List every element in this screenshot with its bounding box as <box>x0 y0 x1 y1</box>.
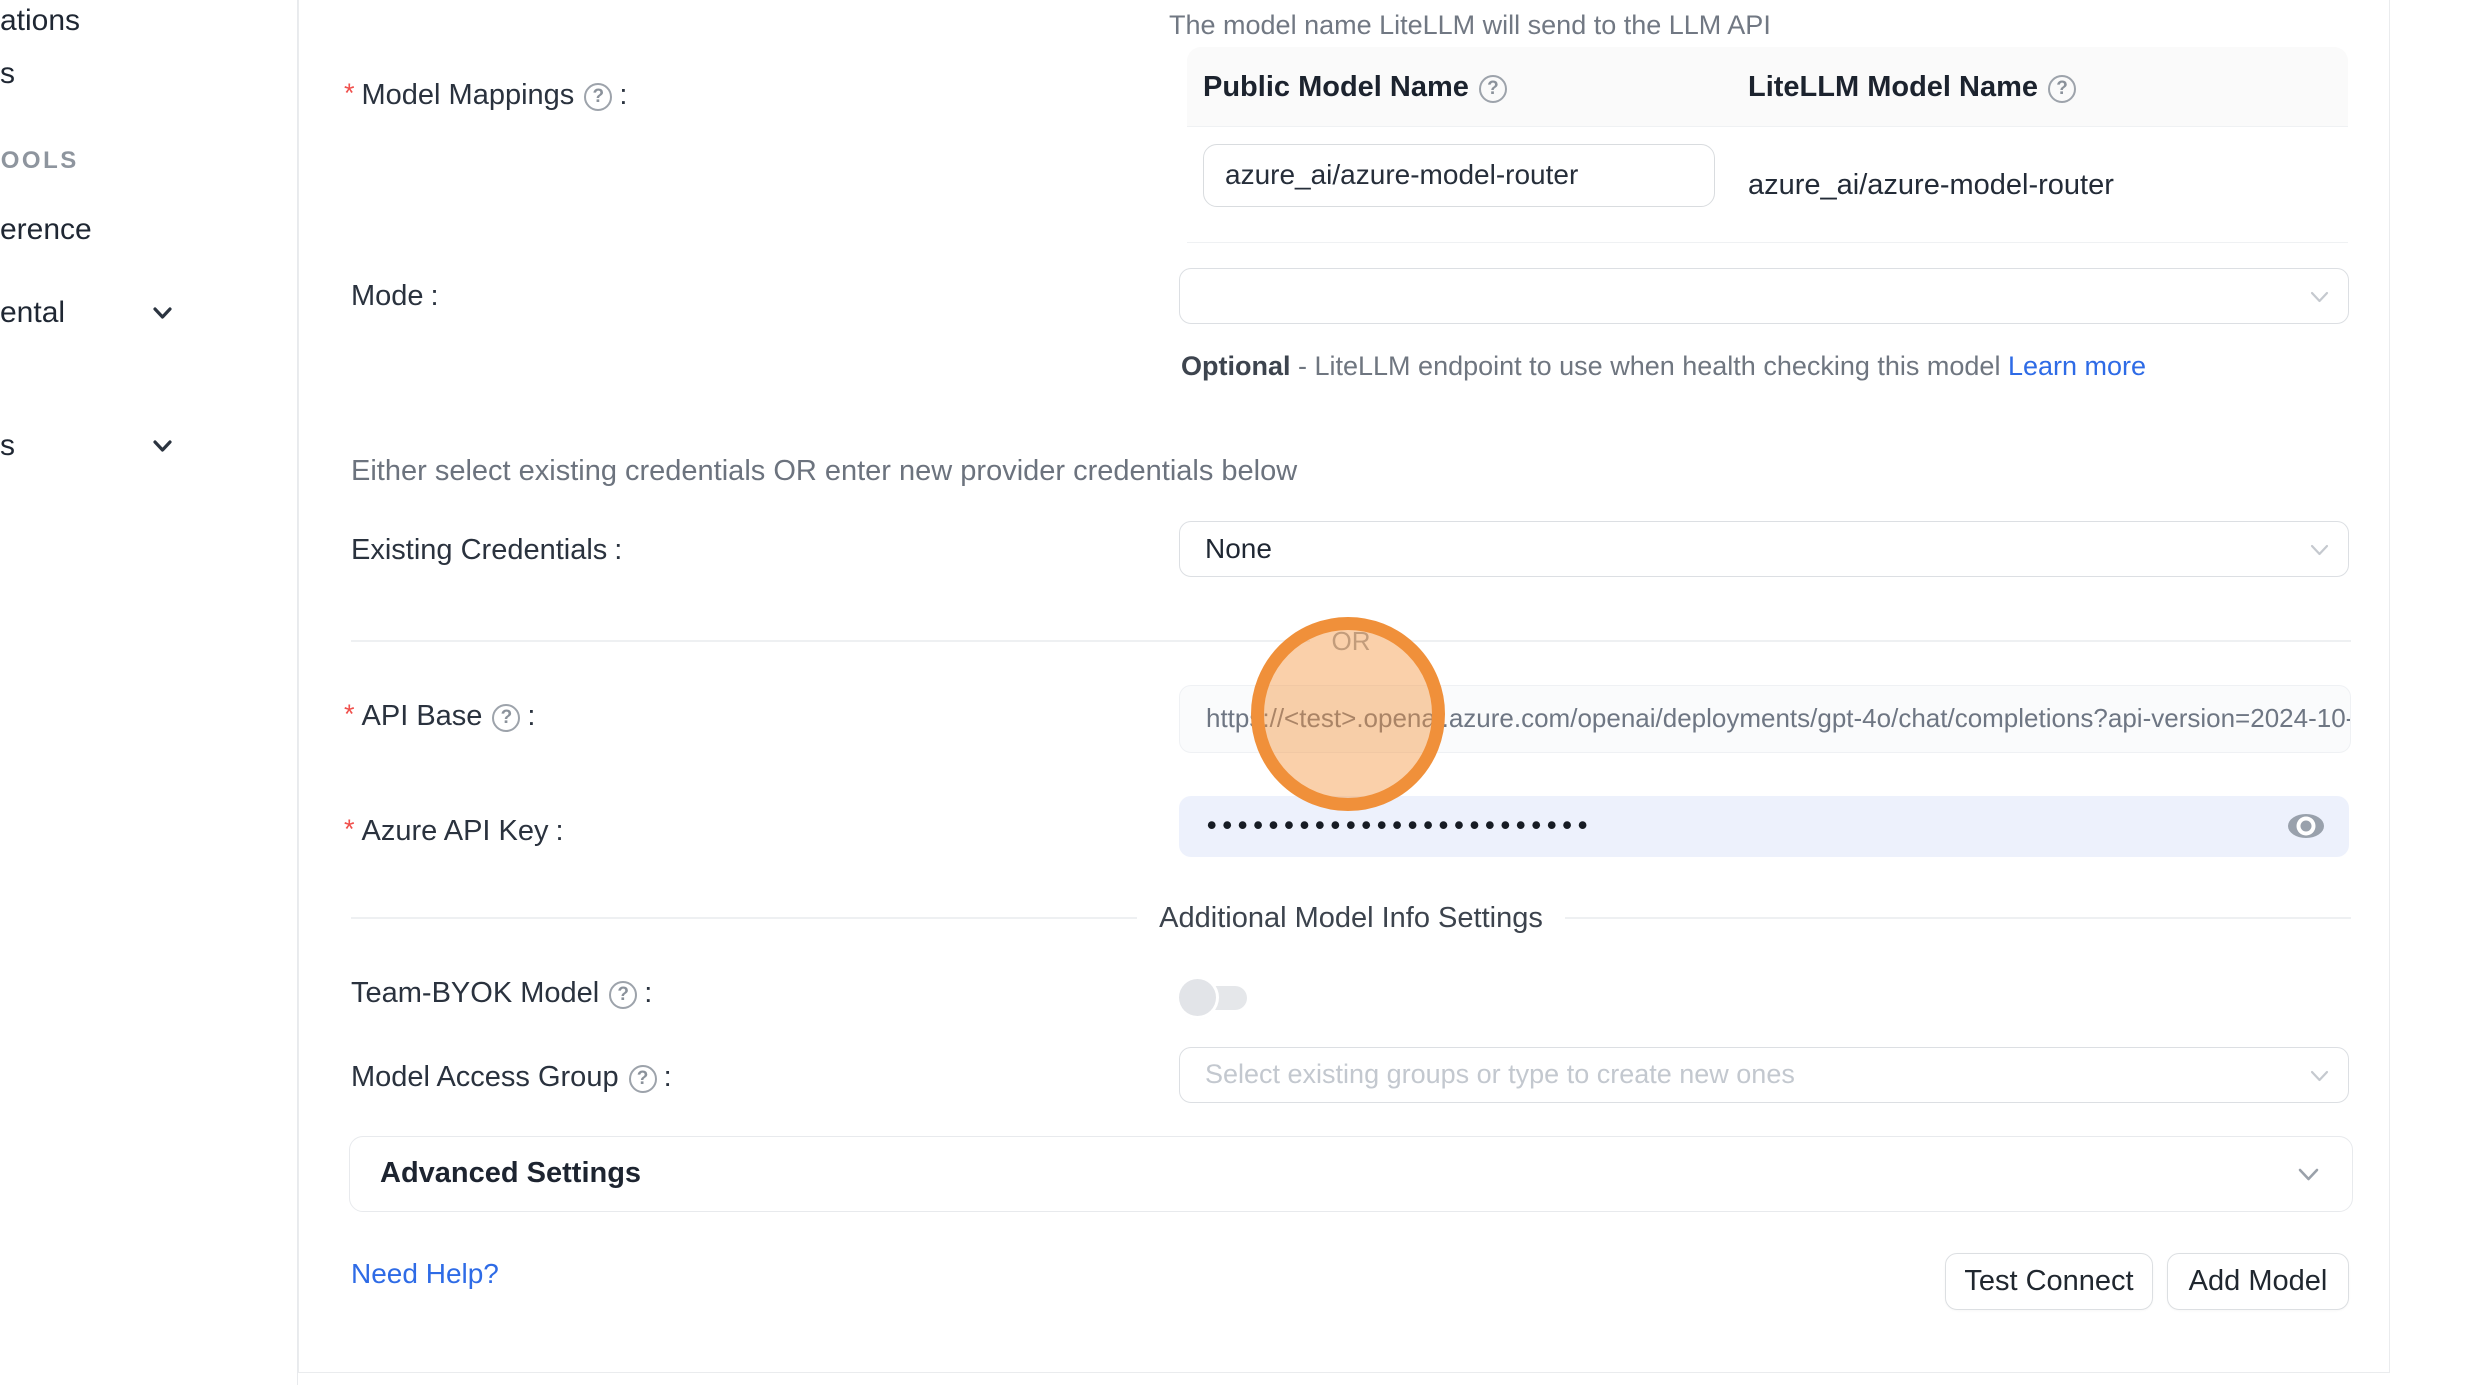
model-access-group-select[interactable]: Select existing groups or type to create… <box>1179 1047 2349 1103</box>
required-asterisk: * <box>344 699 355 729</box>
help-circle-icon[interactable]: ? <box>2048 75 2076 103</box>
help-circle-icon[interactable]: ? <box>1479 75 1507 103</box>
column-header-litellm-model-name: LiteLLM Model Name? <box>1748 47 2076 127</box>
help-circle-icon[interactable]: ? <box>584 83 612 111</box>
team-byok-toggle[interactable] <box>1179 979 1247 1016</box>
model-name-help-text: The model name LiteLLM will send to the … <box>1169 8 1771 42</box>
table-row: azure_ai/azure-model-router azure_ai/azu… <box>1187 127 2348 243</box>
existing-credentials-value: None <box>1205 522 1272 575</box>
or-divider: OR <box>351 625 2351 657</box>
required-asterisk: * <box>344 814 355 844</box>
advanced-settings-panel[interactable]: Advanced Settings <box>349 1136 2353 1212</box>
sidebar-item-truncated-3[interactable]: erence <box>0 213 92 247</box>
api-base-label: *API Base?: <box>344 697 535 733</box>
or-divider-label: OR <box>1310 626 1393 657</box>
eye-icon[interactable] <box>2287 811 2325 841</box>
model-mappings-table-header: Public Model Name? LiteLLM Model Name? <box>1187 47 2348 127</box>
mode-label: Mode: <box>351 279 439 313</box>
model-mappings-label: *Model Mappings?: <box>344 76 627 112</box>
chevron-down-icon <box>2308 285 2331 308</box>
add-model-button[interactable]: Add Model <box>2167 1253 2349 1310</box>
chevron-down-icon <box>149 299 176 326</box>
sidebar-item-truncated-2[interactable]: s <box>0 57 15 91</box>
chevron-down-icon <box>149 432 176 459</box>
azure-api-key-label: *Azure API Key: <box>344 812 564 848</box>
need-help-link[interactable]: Need Help? <box>351 1258 499 1290</box>
additional-model-info-label: Additional Model Info Settings <box>1137 902 1565 935</box>
sidebar-item-truncated-1[interactable]: ations <box>0 4 80 38</box>
sidebar-item-truncated-5[interactable]: s <box>0 429 15 463</box>
model-mappings-table: Public Model Name? LiteLLM Model Name? a… <box>1187 47 2348 243</box>
chevron-down-icon <box>2308 1064 2331 1087</box>
model-access-group-label: Model Access Group?: <box>351 1060 672 1094</box>
litellm-model-name-value: azure_ai/azure-model-router <box>1748 127 2114 243</box>
add-model-screen: ations s TOOLS erence ental s The model … <box>0 0 2477 1385</box>
add-model-form-card: The model name LiteLLM will send to the … <box>298 0 2390 1373</box>
sidebar-section-tools: TOOLS <box>0 147 79 175</box>
test-connect-button[interactable]: Test Connect <box>1945 1253 2153 1310</box>
model-access-group-placeholder: Select existing groups or type to create… <box>1205 1048 1795 1101</box>
credentials-note: Either select existing credentials OR en… <box>351 455 1297 488</box>
toggle-knob <box>1179 979 1216 1016</box>
sidebar: ations s TOOLS erence ental s <box>0 0 298 1385</box>
existing-credentials-select[interactable]: None <box>1179 521 2349 577</box>
api-base-input[interactable]: https://<test>.openai.azure.com/openai/d… <box>1179 685 2351 753</box>
learn-more-link[interactable]: Learn more <box>2008 351 2146 381</box>
advanced-settings-label: Advanced Settings <box>380 1137 641 1210</box>
sidebar-item-truncated-4[interactable]: ental <box>0 296 65 330</box>
help-circle-icon[interactable]: ? <box>609 981 637 1009</box>
azure-api-key-input[interactable]: ••••••••••••••••••••••••• <box>1179 796 2349 857</box>
existing-credentials-label: Existing Credentials: <box>351 533 622 567</box>
column-header-public-model-name: Public Model Name? <box>1203 47 1507 127</box>
team-byok-label: Team-BYOK Model?: <box>351 976 652 1010</box>
help-circle-icon[interactable]: ? <box>492 704 520 732</box>
masked-api-key-value: ••••••••••••••••••••••••• <box>1207 796 1593 854</box>
mode-help-text: Optional - LiteLLM endpoint to use when … <box>1181 344 2226 388</box>
chevron-down-icon <box>2295 1161 2322 1188</box>
mode-select[interactable] <box>1179 268 2349 324</box>
required-asterisk: * <box>344 78 355 108</box>
additional-model-info-divider: Additional Model Info Settings <box>351 901 2351 935</box>
public-model-name-input[interactable]: azure_ai/azure-model-router <box>1203 144 1715 207</box>
help-circle-icon[interactable]: ? <box>629 1065 657 1093</box>
chevron-down-icon <box>2308 538 2331 561</box>
